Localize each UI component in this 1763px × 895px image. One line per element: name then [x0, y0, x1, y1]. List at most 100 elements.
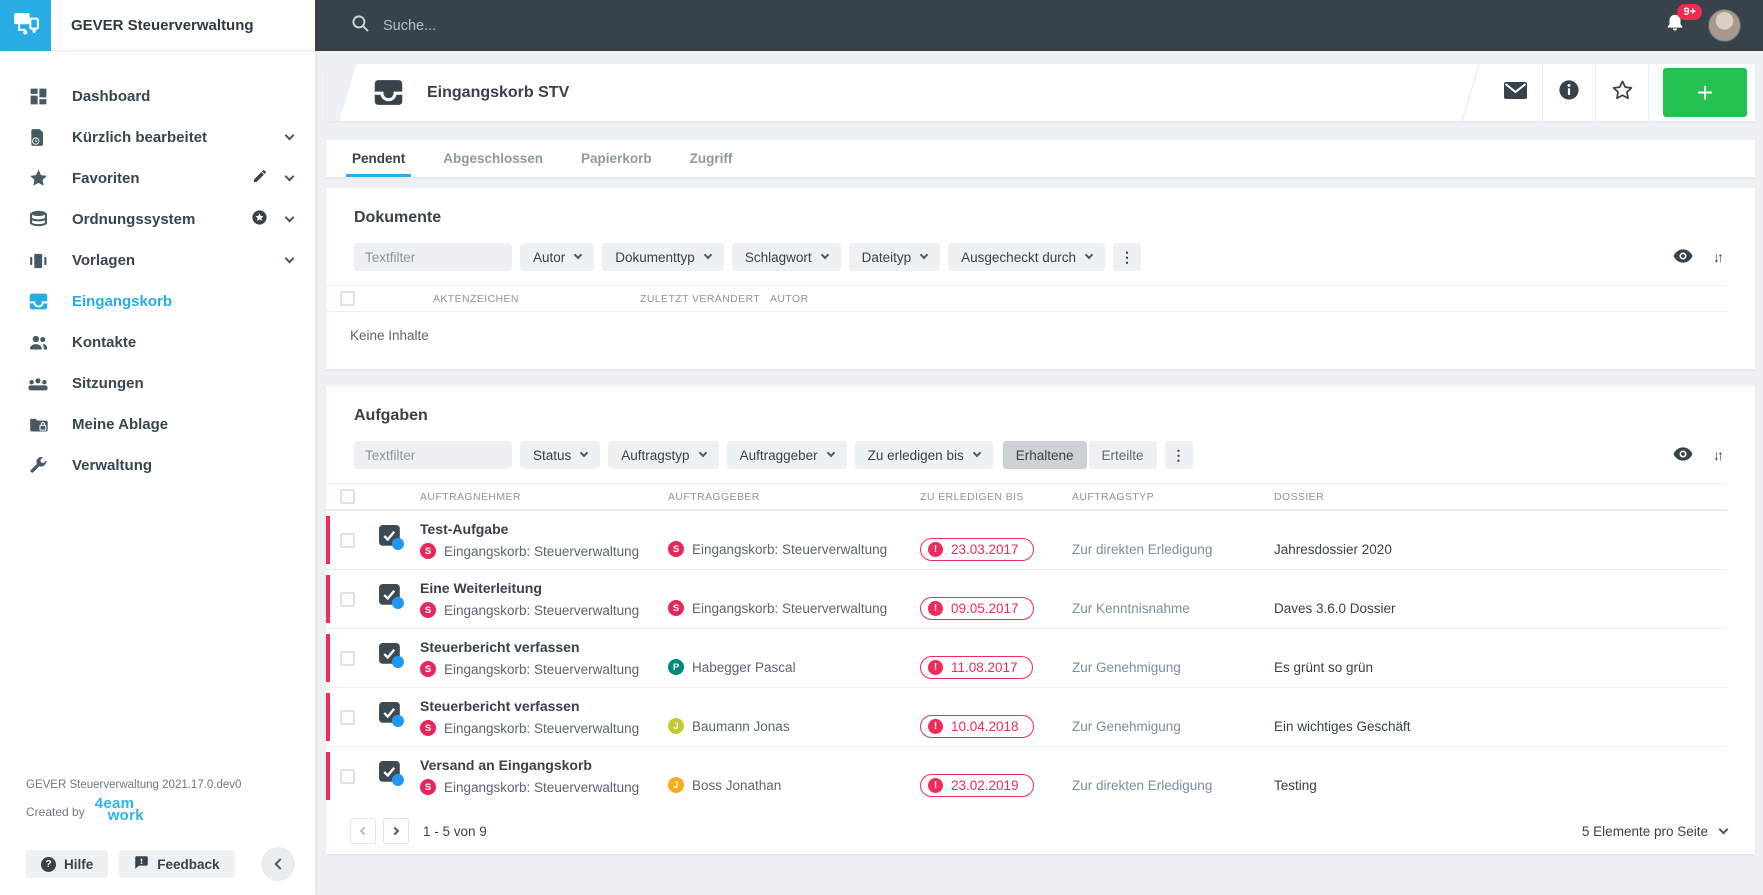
tasks-textfilter-input[interactable] [354, 441, 512, 469]
sidebar-footer: GEVER Steuerverwaltung 2021.17.0.dev0 Cr… [0, 779, 315, 895]
issuer-badge: S [668, 600, 684, 616]
select-all-checkbox[interactable] [340, 489, 355, 504]
dashboard-icon [26, 86, 50, 107]
help-button[interactable]: ? Hilfe [26, 850, 109, 878]
feedback-button[interactable]: Feedback [119, 850, 235, 878]
chevron-down-icon[interactable] [284, 130, 295, 141]
assignee-badge: S [420, 661, 436, 677]
task-row[interactable]: Steuerbericht verfassen S Eingangskorb: S… [326, 687, 1727, 746]
task-type: Zur Kenntnisnahme [1072, 600, 1190, 616]
documents-sort-button[interactable]: ↓↑ [1707, 249, 1727, 265]
sidebar-item-dashboard[interactable]: Dashboard [0, 76, 315, 117]
zu-erledigen-bis-filter-dropdown[interactable]: Zu erledigen bis [854, 441, 993, 469]
auftragstyp-filter-dropdown[interactable]: Auftragstyp [608, 441, 719, 469]
info-button[interactable] [1542, 64, 1595, 121]
assignee-badge: S [420, 602, 436, 618]
favorite-circle-star-icon[interactable] [251, 209, 268, 231]
tasks-sort-button[interactable]: ↓↑ [1707, 447, 1727, 463]
schlagwort-filter-dropdown[interactable]: Schlagwort [731, 243, 841, 271]
chevron-down-icon[interactable] [284, 212, 295, 223]
sidebar-item-kuerzlich-bearbeitet[interactable]: Kürzlich bearbeitet [0, 117, 315, 158]
feedback-chat-icon [134, 855, 149, 873]
documents-textfilter-input[interactable] [354, 243, 512, 271]
tab-abgeschlossen[interactable]: Abgeschlossen [443, 140, 543, 177]
user-avatar[interactable] [1708, 9, 1741, 42]
row-checkbox[interactable] [340, 709, 355, 725]
pagination-range: 1 - 5 von 9 [423, 823, 487, 839]
tasks-more-menu-button[interactable]: ⋮ [1164, 441, 1193, 469]
documents-visibility-button[interactable] [1667, 248, 1699, 266]
page-header: Eingangskorb STV + [326, 64, 1755, 121]
send-mail-button[interactable] [1489, 64, 1542, 121]
bell-icon [1664, 14, 1686, 39]
task-title: Eine Weiterleitung [420, 580, 542, 596]
sidebar-item-vorlagen[interactable]: Vorlagen [0, 240, 315, 281]
task-row[interactable]: Test-Aufgabe S Eingangskorb: Steuerverwal… [326, 510, 1727, 569]
chevron-down-icon [820, 250, 829, 260]
sidebar-item-meine-ablage[interactable]: Meine Ablage [0, 404, 315, 445]
toggle-erteilte[interactable]: Erteilte [1088, 441, 1157, 469]
contacts-icon [26, 332, 50, 353]
documents-more-menu-button[interactable]: ⋮ [1112, 243, 1141, 271]
select-all-checkbox[interactable] [340, 291, 355, 306]
global-search[interactable]: Suche... [351, 14, 1664, 38]
toggle-erhaltene[interactable]: Erhaltene [1002, 441, 1087, 469]
favorite-button[interactable] [1595, 64, 1648, 121]
chevron-left-icon [359, 826, 369, 836]
overdue-icon: ! [928, 777, 943, 793]
due-date-badge: ! 23.03.2017 [920, 537, 1034, 561]
inbox-header-icon [372, 76, 405, 109]
task-row[interactable]: Steuerbericht verfassen S Eingangskorb: S… [326, 628, 1727, 687]
per-page-selector[interactable]: 5 Elemente pro Seite [1582, 824, 1729, 839]
dokumenttyp-filter-dropdown[interactable]: Dokumenttyp [602, 243, 724, 271]
sidebar-item-verwaltung[interactable]: Verwaltung [0, 445, 315, 486]
add-button[interactable]: + [1663, 68, 1747, 117]
column-auftragnehmer: AUFTRAGNEHMER [420, 490, 521, 503]
task-type: Zur Genehmigung [1072, 659, 1181, 675]
created-by: Created by 4eam work [26, 794, 144, 825]
sidebar-item-kontakte[interactable]: Kontakte [0, 322, 315, 363]
status-filter-dropdown[interactable]: Status [520, 441, 601, 469]
column-zuletzt-veraendert: ZULETZT VERÄNDERT [640, 292, 761, 305]
ausgecheckt-durch-filter-dropdown[interactable]: Ausgecheckt durch [948, 243, 1105, 271]
database-icon [26, 209, 50, 230]
sidebar-collapse-button[interactable] [261, 847, 295, 881]
row-checkbox[interactable] [340, 650, 355, 666]
app-logo[interactable] [0, 0, 51, 51]
edit-pencil-icon[interactable] [252, 168, 268, 189]
sidebar-item-favoriten[interactable]: Favoriten [0, 158, 315, 199]
documents-panel: Dokumente Autor Dokumenttyp Schlagwort D… [326, 188, 1755, 369]
row-checkbox[interactable] [340, 591, 355, 607]
meetings-group-icon [26, 373, 50, 395]
autor-filter-dropdown[interactable]: Autor [520, 243, 595, 271]
assignee-badge: S [420, 779, 436, 795]
next-page-button[interactable] [383, 818, 409, 844]
previous-page-button[interactable] [350, 818, 376, 844]
auftraggeber-filter-dropdown[interactable]: Auftraggeber [726, 441, 847, 469]
chevron-down-icon[interactable] [284, 171, 295, 182]
row-checkbox[interactable] [340, 768, 355, 784]
sidebar-item-eingangskorb[interactable]: Eingangskorb [0, 281, 315, 322]
column-aktenzeichen: AKTENZEICHEN [433, 292, 519, 305]
app-version: GEVER Steuerverwaltung 2021.17.0.dev0 [26, 778, 242, 791]
sidebar-item-ordnungssystem[interactable]: Ordnungssystem [0, 199, 315, 240]
chevron-down-icon [1084, 250, 1094, 260]
tab-pendent[interactable]: Pendent [345, 140, 412, 177]
issuer-name: Eingangskorb: Steuerverwaltung [692, 600, 888, 616]
sidebar-item-sitzungen[interactable]: Sitzungen [0, 363, 315, 404]
tasks-visibility-button[interactable] [1667, 446, 1699, 464]
documents-filter-row: Autor Dokumenttyp Schlagwort Dateityp Au… [326, 227, 1755, 285]
templates-icon [26, 251, 50, 271]
row-checkbox[interactable] [340, 532, 355, 548]
tasks-filter-row: Status Auftragstyp Auftraggeber Zu erled… [326, 425, 1755, 483]
task-row[interactable]: Versand an Eingangskorb S Eingangskorb: S… [326, 746, 1727, 805]
main-content: Eingangskorb STV + Pendent Abgeschlossen… [315, 51, 1763, 895]
tab-papierkorb[interactable]: Papierkorb [581, 140, 652, 177]
task-row[interactable]: Eine Weiterleitung S Eingangskorb: Steuer… [326, 569, 1727, 628]
tab-zugriff[interactable]: Zugriff [690, 140, 733, 177]
chevron-down-icon[interactable] [284, 253, 295, 264]
notifications-button[interactable]: 9+ [1664, 3, 1702, 40]
chevron-down-icon [703, 250, 713, 260]
dateityp-filter-dropdown[interactable]: Dateityp [848, 243, 941, 271]
assignee-badge: S [420, 543, 436, 559]
